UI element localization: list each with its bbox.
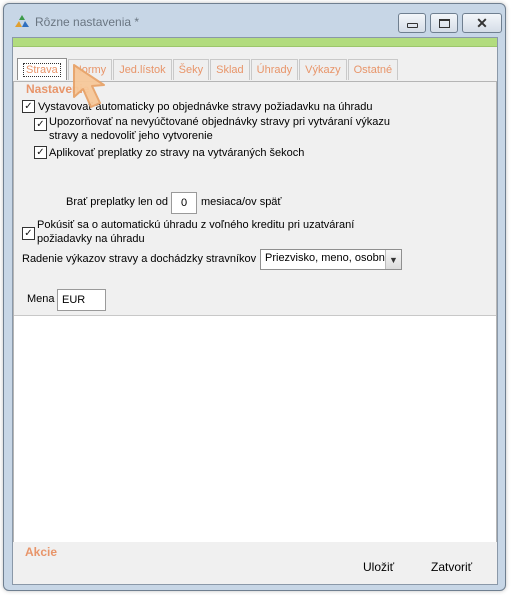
apply-overpayments-checkbox[interactable]: ✓	[34, 146, 47, 159]
tab-seky[interactable]: Šeky	[172, 59, 210, 80]
save-button[interactable]: Uložiť	[363, 560, 394, 574]
tab-ostatne[interactable]: Ostatné	[347, 59, 399, 80]
auto-credit-payment-label-line2: požiadavky na úhradu	[37, 233, 145, 245]
currency-label: Mena	[27, 293, 55, 305]
report-sort-label: Radenie výkazov stravy a dochádzky strav…	[22, 253, 257, 265]
overpay-months-input[interactable]: 0	[171, 192, 197, 214]
tab-label: Strava	[23, 62, 61, 77]
warn-unbilled-orders-checkbox[interactable]: ✓	[34, 118, 47, 131]
auto-payment-request-checkbox[interactable]: ✓	[22, 100, 35, 113]
minimize-button[interactable]	[398, 13, 426, 33]
actions-title: Akcie	[25, 545, 58, 559]
window-title: Rôzne nastavenia *	[35, 15, 140, 29]
apply-overpayments-label: Aplikovať preplatky zo stravy na vytvára…	[49, 147, 305, 159]
warn-unbilled-orders-label-line2: stravy a nedovoliť jeho vytvorenie	[49, 130, 213, 142]
pointer-arrow-icon	[73, 64, 105, 108]
title-bar[interactable]: Rôzne nastavenia * ✕	[4, 4, 505, 37]
currency-group: Mena EUR	[14, 282, 496, 316]
auto-credit-payment-label-line1: Pokúsiť sa o automatickú úhradu z voľnéh…	[37, 219, 355, 231]
tab-panel-strava: Nastavenie ✓ Vystavovať automaticky po o…	[13, 81, 497, 582]
tab-uhrady[interactable]: Úhrady	[250, 59, 299, 80]
status-strip	[13, 38, 497, 47]
actions-group: Akcie Uložiť Zatvoriť	[13, 542, 497, 584]
minimize-icon	[406, 23, 418, 28]
close-icon: ✕	[476, 15, 488, 31]
report-sort-select[interactable]: Priezvisko, meno, osobn ▼	[260, 249, 402, 270]
tab-vykazy[interactable]: Výkazy	[299, 59, 347, 80]
tab-label: Výkazy	[305, 64, 341, 76]
tab-strava[interactable]: Strava	[17, 58, 67, 80]
report-sort-value: Priezvisko, meno, osobn	[265, 252, 385, 264]
tab-label: Sklad	[216, 64, 244, 76]
tab-label: Šeky	[178, 64, 204, 76]
close-dialog-button[interactable]: Zatvoriť	[431, 560, 472, 574]
tab-label: Úhrady	[256, 64, 293, 76]
recycle-triangle-icon	[15, 15, 29, 27]
maximize-button[interactable]	[430, 13, 458, 33]
overpay-months-label: Brať preplatky len od	[66, 196, 168, 208]
auto-credit-payment-checkbox[interactable]: ✓	[22, 227, 35, 240]
tab-sklad[interactable]: Sklad	[210, 59, 250, 80]
chevron-down-icon[interactable]: ▼	[385, 250, 401, 269]
tab-label: Ostatné	[353, 64, 393, 76]
close-button[interactable]: ✕	[462, 13, 502, 33]
currency-input[interactable]: EUR	[57, 289, 106, 311]
tab-label: Jed.lístok	[119, 64, 166, 76]
maximize-icon	[438, 18, 450, 28]
overpay-months-unit: mesiaca/ov späť	[201, 196, 282, 208]
